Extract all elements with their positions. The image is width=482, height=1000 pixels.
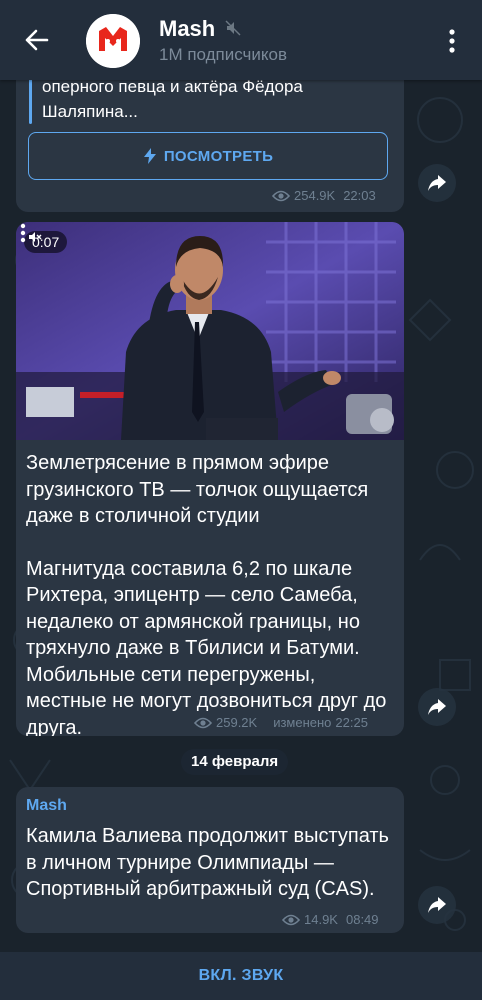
message-bubble[interactable]: 0:07 Землетрясение в прямом эфире грузин… (16, 222, 404, 736)
share-icon (428, 175, 446, 191)
bottom-bar: ВКЛ. ЗВУК (0, 952, 482, 1000)
channel-avatar[interactable] (86, 14, 140, 68)
share-button[interactable] (418, 886, 456, 924)
view-button-label: ПОСМОТРЕТЬ (163, 147, 274, 165)
message-bubble[interactable]: Mash Камила Валиева продолжит выступать … (16, 787, 404, 933)
subscriber-count: 1M подписчиков (159, 45, 288, 64)
view-count: 14.9K (304, 912, 338, 927)
mash-logo-icon (86, 14, 140, 68)
view-count: 259.2K (216, 715, 258, 730)
bolt-icon (143, 148, 156, 164)
message-bubble[interactable]: оперного певца и актёра Фёдора Шаляпина.… (16, 70, 404, 212)
share-button[interactable] (418, 688, 456, 726)
message-text: Землетрясение в прямом эфире грузинского… (26, 450, 398, 736)
eye-icon (282, 914, 300, 925)
message-time: 22:03 (343, 188, 376, 203)
share-icon (428, 699, 446, 715)
video-duration: 0:07 (24, 231, 68, 253)
quote-text: оперного певца и актёра Фёдора Шаляпина.… (42, 74, 392, 124)
mute-icon (225, 20, 241, 36)
chat-header: Mash 1M подписчиков (0, 0, 482, 80)
more-vertical-icon[interactable] (16, 222, 30, 244)
message-paragraph: Магнитуда составила 6,2 по шкале Рихтера… (26, 557, 387, 737)
message-time: 08:49 (345, 912, 379, 927)
eye-icon (194, 717, 212, 728)
unmute-button[interactable]: ВКЛ. ЗВУК (199, 967, 284, 985)
message-meta: 254.9K 22:03 (272, 188, 376, 203)
view-button[interactable]: ПОСМОТРЕТЬ (28, 132, 388, 180)
share-icon (428, 897, 446, 913)
message-meta: 259.2K изменено 22:25 (194, 715, 368, 730)
message-time: 22:25 (335, 715, 368, 730)
quote-line: Шаляпина... (42, 102, 138, 121)
sender-name[interactable]: Mash (26, 797, 67, 815)
eye-icon (272, 190, 290, 201)
channel-name: Mash (159, 16, 216, 41)
quote-bar (29, 76, 32, 124)
volume-off-icon (29, 232, 42, 242)
share-button[interactable] (418, 164, 456, 202)
back-arrow-icon[interactable] (18, 22, 54, 58)
view-count: 254.9K (294, 188, 336, 203)
message-paragraph: Землетрясение в прямом эфире грузинского… (26, 452, 369, 527)
video-thumbnail[interactable]: 0:07 (16, 222, 404, 440)
edited-label: изменено (273, 715, 332, 730)
message-meta: 14.9K 08:49 (282, 912, 379, 927)
more-vertical-icon[interactable] (437, 24, 467, 58)
message-text: Камила Валиева продолжит выступать в лич… (26, 825, 389, 900)
date-separator: 14 февраля (181, 749, 289, 775)
